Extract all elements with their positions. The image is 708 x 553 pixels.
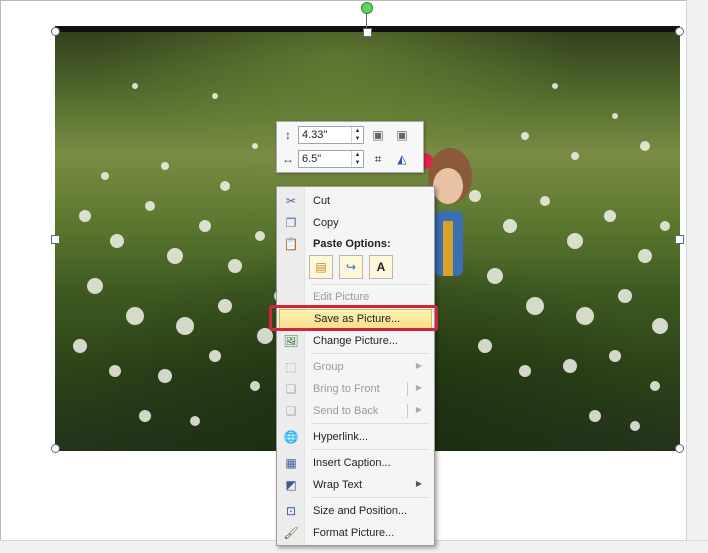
shape-width-input[interactable]: 6.5" ▲ ▼ <box>298 150 364 168</box>
width-row: ↔ 6.5" ▲ ▼ ⌗ ◭ <box>280 148 412 170</box>
menu-item-bring-to-front: ❏ Bring to Front ▶ <box>279 379 432 399</box>
shape-height-icon: ↕ <box>285 128 291 142</box>
menu-label-bring-to-front: Bring to Front <box>313 383 380 395</box>
height-spinner-arrows[interactable]: ▲ ▼ <box>351 127 363 143</box>
paste-picture-icon: ▤ <box>315 260 327 274</box>
resize-handle-right[interactable] <box>675 235 684 244</box>
mini-toolbar: ↕ 4.33" ▲ ▼ ▣ ▣ ↔ 6.5" ▲ ▼ ⌗ ◭ <box>276 121 424 173</box>
resize-handle-bottom-left[interactable] <box>51 444 60 453</box>
rotate-handle[interactable] <box>361 2 373 14</box>
submenu-arrow-icon: ▶ <box>415 479 422 488</box>
resize-handle-top[interactable] <box>363 28 372 37</box>
shape-width-icon: ↔ <box>282 152 294 166</box>
menu-label-cut: Cut <box>313 195 331 207</box>
resize-handle-top-right[interactable] <box>675 27 684 36</box>
menu-item-hyperlink[interactable]: 🌐 Hyperlink... <box>279 427 432 447</box>
menu-item-cut[interactable]: ✂ Cut <box>279 191 432 211</box>
split-divider <box>407 382 408 396</box>
size-and-position-icon: ⊡ <box>285 504 297 518</box>
paste-options-header: Paste Options: <box>313 238 391 250</box>
submenu-arrow-icon: ▶ <box>415 383 422 392</box>
menu-item-wrap-text[interactable]: ◩ Wrap Text ▶ <box>279 475 432 495</box>
format-picture-icon: 🖌 <box>283 526 299 540</box>
menu-separator <box>311 497 429 498</box>
scissors-icon: ✂ <box>285 194 297 208</box>
shape-height-input[interactable]: 4.33" ▲ ▼ <box>298 126 364 144</box>
height-row: ↕ 4.33" ▲ ▼ ▣ ▣ <box>280 124 412 146</box>
rotate-handle-stem <box>366 12 367 28</box>
menu-label-insert-caption: Insert Caption... <box>313 457 391 469</box>
crop-icon[interactable]: ⌗ <box>368 150 388 168</box>
shape-width-value: 6.5" <box>302 153 322 165</box>
paste-arrow-icon: ↪ <box>345 260 357 274</box>
resize-handle-left[interactable] <box>51 235 60 244</box>
paste-text-only-label: A <box>376 260 386 274</box>
menu-item-group: ⬚ Group ▶ <box>279 357 432 377</box>
bring-forward-icon[interactable]: ▣ <box>368 126 388 144</box>
menu-label-format-picture: Format Picture... <box>313 527 395 539</box>
menu-separator <box>311 284 429 285</box>
copy-icon: ❐ <box>285 216 297 230</box>
resize-handle-bottom-right[interactable] <box>675 444 684 453</box>
menu-label-change-picture: Change Picture... <box>313 335 398 347</box>
menu-label-size-and-position: Size and Position... <box>313 505 408 517</box>
clipboard-icon: 📋 <box>283 237 299 251</box>
menu-separator <box>311 449 429 450</box>
wrap-text-menu-icon: ◩ <box>285 478 297 492</box>
split-divider <box>407 404 408 418</box>
resize-handle-top-left[interactable] <box>51 27 60 36</box>
send-backward-icon[interactable]: ▣ <box>392 126 412 144</box>
wrap-text-icon[interactable]: ◭ <box>392 150 412 168</box>
page-right-margin <box>686 0 708 552</box>
context-menu: ✂ Cut ❐ Copy 📋 Paste Options: ▤ ↪ A Edit… <box>276 186 435 546</box>
menu-item-send-to-back: ❏ Send to Back ▶ <box>279 401 432 421</box>
paste-keep-formatting-button[interactable]: ▤ <box>309 255 333 279</box>
paste-merge-formatting-button[interactable]: ↪ <box>339 255 363 279</box>
send-to-back-icon: ❏ <box>285 404 297 418</box>
menu-label-hyperlink: Hyperlink... <box>313 431 369 443</box>
menu-separator <box>311 353 429 354</box>
menu-item-copy[interactable]: ❐ Copy <box>279 213 432 233</box>
menu-separator <box>311 423 429 424</box>
menu-label-copy: Copy <box>313 217 339 229</box>
menu-label-send-to-back: Send to Back <box>313 405 379 417</box>
width-spinner-arrows[interactable]: ▲ ▼ <box>351 151 363 167</box>
paste-text-only-button[interactable]: A <box>369 255 393 279</box>
menu-label-edit-picture: Edit Picture <box>313 291 370 303</box>
bring-to-front-icon: ❏ <box>285 382 297 396</box>
group-icon: ⬚ <box>285 360 297 374</box>
menu-item-format-picture[interactable]: 🖌 Format Picture... <box>279 523 432 543</box>
shape-height-value: 4.33" <box>302 129 328 141</box>
submenu-arrow-icon: ▶ <box>415 361 422 370</box>
menu-label-group: Group <box>313 361 344 373</box>
annotation-highlight-box <box>269 305 438 331</box>
edit-picture-icon <box>279 287 303 307</box>
menu-item-insert-caption[interactable]: ▦ Insert Caption... <box>279 453 432 473</box>
insert-caption-icon: ▦ <box>285 456 297 470</box>
submenu-arrow-icon: ▶ <box>415 405 422 414</box>
menu-item-change-picture[interactable]: 🖼 Change Picture... <box>279 331 432 351</box>
menu-item-size-and-position[interactable]: ⊡ Size and Position... <box>279 501 432 521</box>
hyperlink-icon: 🌐 <box>283 430 299 444</box>
menu-item-edit-picture: Edit Picture <box>279 287 432 307</box>
menu-label-wrap-text: Wrap Text <box>313 479 363 491</box>
change-picture-icon: 🖼 <box>283 334 299 348</box>
